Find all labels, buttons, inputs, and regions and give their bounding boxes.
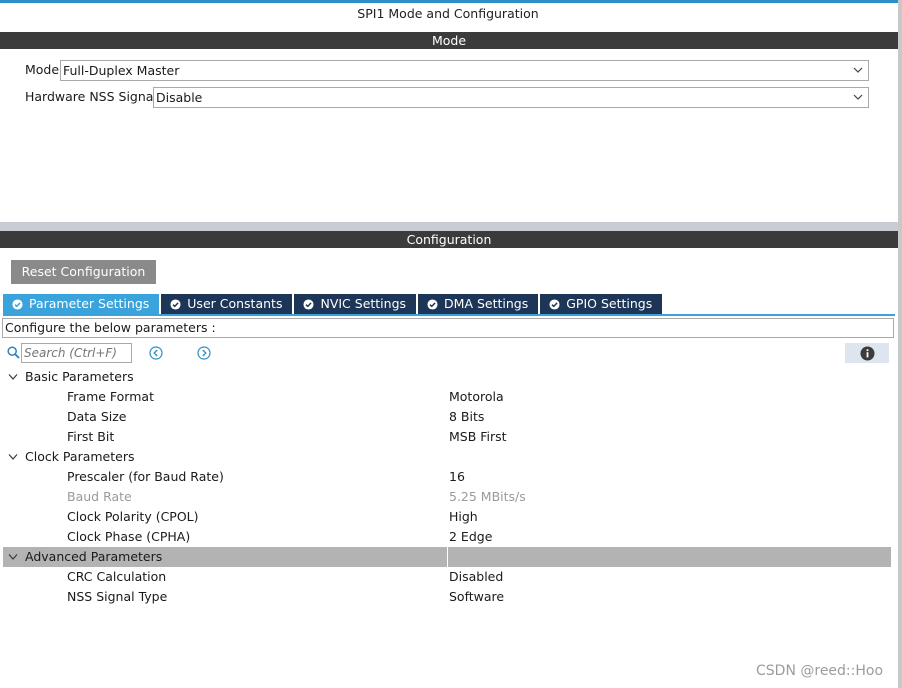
chevron-down-icon [853,67,863,73]
param-value: 5.25 MBits/s [449,489,526,504]
param-name: Data Size [67,409,127,424]
param-name: NSS Signal Type [67,589,168,604]
mode-select-value: Full-Duplex Master [63,63,180,78]
configuration-section-header: Configuration [0,231,898,248]
param-row-crc-calculation[interactable]: CRC Calculation Disabled [3,567,891,587]
mode-label: Mode [25,62,60,77]
hardware-nss-label: Hardware NSS Signal [25,89,157,104]
tab-label: GPIO Settings [566,296,653,311]
clock-parameters-group[interactable]: Clock Parameters [3,447,891,467]
param-name: Clock Polarity (CPOL) [67,509,199,524]
param-value[interactable]: Disabled [447,567,503,587]
param-name: CRC Calculation [67,569,167,584]
config-tabs: Parameter Settings User Constants NVIC S… [3,294,664,314]
group-value-cell [447,547,450,567]
mode-section-header: Mode [0,32,898,49]
tab-user-constants[interactable]: User Constants [161,294,293,314]
window-right-border [898,0,902,688]
tab-label: DMA Settings [444,296,529,311]
mode-select[interactable]: Full-Duplex Master [60,60,869,81]
param-name: Frame Format [67,389,154,404]
param-row-data-size[interactable]: Data Size 8 Bits [3,407,891,427]
param-value[interactable]: MSB First [447,427,507,447]
tab-label: User Constants [187,296,283,311]
chevron-right-circle-icon[interactable] [197,346,211,360]
watermark: CSDN @reed::Hoo [756,663,884,679]
configure-hint: Configure the below parameters : [2,318,894,338]
hardware-nss-select[interactable]: Disable [153,87,869,108]
param-row-clock-polarity[interactable]: Clock Polarity (CPOL) High [3,507,891,527]
group-label: Advanced Parameters [25,549,163,564]
search-icon [7,346,20,359]
param-row-first-bit[interactable]: First Bit MSB First [3,427,891,447]
tab-nvic-settings[interactable]: NVIC Settings [294,294,417,314]
chevron-down-icon [853,94,863,100]
param-name: Clock Phase (CPHA) [67,529,191,544]
check-circle-icon [303,298,315,310]
advanced-parameters-group[interactable]: Advanced Parameters [3,547,891,567]
param-name: Prescaler (for Baud Rate) [67,469,224,484]
param-value[interactable]: 16 [447,467,465,487]
chevron-left-circle-icon[interactable] [149,346,163,360]
param-row-prescaler[interactable]: Prescaler (for Baud Rate) 16 [3,467,891,487]
search-input[interactable] [21,343,132,363]
check-circle-icon [170,298,181,310]
param-value[interactable]: 2 Edge [447,527,492,547]
check-circle-icon [549,298,560,310]
tab-label: Parameter Settings [29,296,150,311]
param-value[interactable]: Software [447,587,504,607]
basic-parameters-group[interactable]: Basic Parameters [3,367,891,387]
check-circle-icon [427,298,438,310]
panel-splitter[interactable] [0,222,898,231]
check-circle-icon [12,298,23,310]
param-value[interactable]: Motorola [447,387,504,407]
param-row-baud-rate: Baud Rate 5.25 MBits/s [3,487,891,507]
chevron-down-icon[interactable] [8,453,18,461]
info-button[interactable] [845,343,889,363]
reset-configuration-button[interactable]: Reset Configuration [11,260,156,284]
tab-gpio-settings[interactable]: GPIO Settings [540,294,663,314]
window-top-accent [0,0,902,3]
parameter-tree: Basic Parameters Frame Format Motorola D… [3,367,891,607]
param-name: Baud Rate [67,489,132,504]
window-title: SPI1 Mode and Configuration [357,6,539,21]
tab-label: NVIC Settings [320,296,407,311]
param-value[interactable]: High [447,507,478,527]
param-row-clock-phase[interactable]: Clock Phase (CPHA) 2 Edge [3,527,891,547]
tab-underline [3,314,895,316]
chevron-down-icon[interactable] [8,553,18,561]
tab-parameter-settings[interactable]: Parameter Settings [3,294,160,314]
group-label: Basic Parameters [25,369,134,384]
info-icon [860,346,874,360]
tab-dma-settings[interactable]: DMA Settings [418,294,539,314]
hardware-nss-select-value: Disable [156,90,203,105]
param-row-frame-format[interactable]: Frame Format Motorola [3,387,891,407]
chevron-down-icon[interactable] [8,373,18,381]
param-row-nss-signal-type[interactable]: NSS Signal Type Software [3,587,891,607]
group-label: Clock Parameters [25,449,135,464]
param-name: First Bit [67,429,115,444]
param-value[interactable]: 8 Bits [447,407,484,427]
